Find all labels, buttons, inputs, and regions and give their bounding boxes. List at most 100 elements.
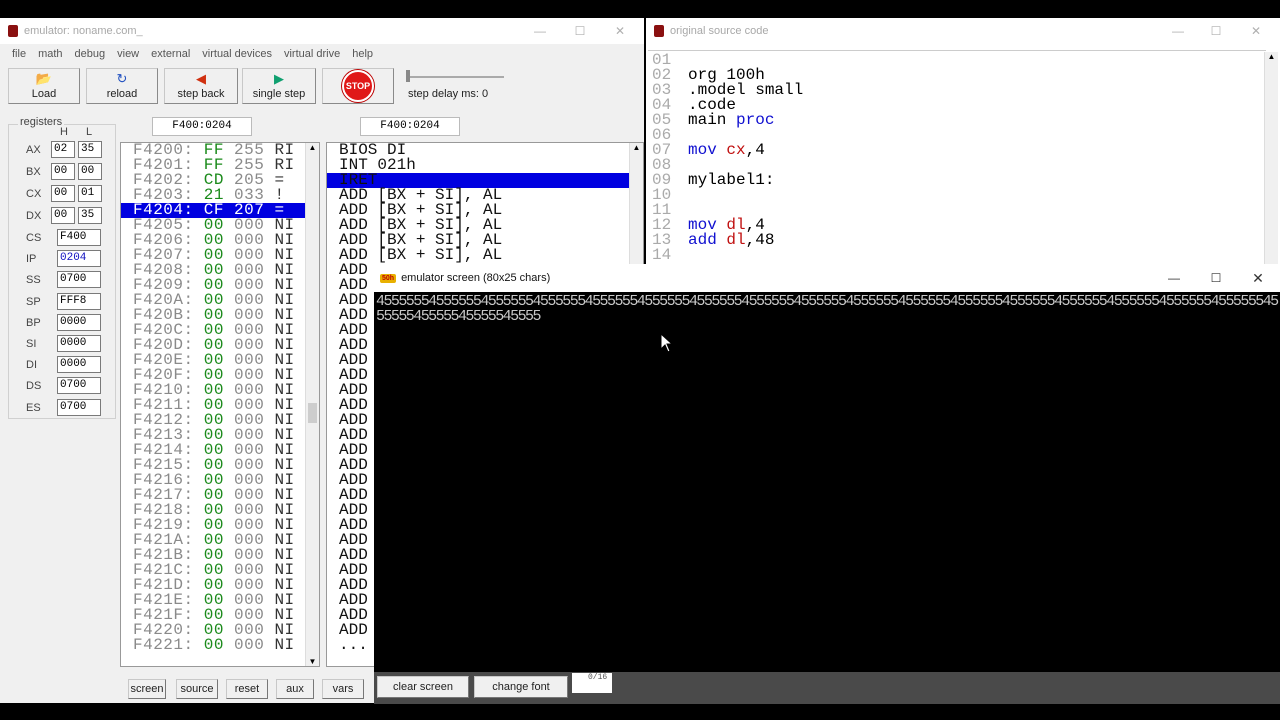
screen-title: emulator screen (80x25 chars) (401, 272, 551, 284)
step-forward-icon: ▶ (274, 71, 284, 86)
code-token: ,4 (745, 141, 765, 159)
change-font-button[interactable]: change font (474, 676, 568, 698)
register-cx-low[interactable]: 01 (78, 185, 102, 202)
load-label: Load (31, 88, 57, 100)
close-icon[interactable]: ✕ (602, 18, 638, 44)
registers-h-header: H (60, 126, 68, 138)
screen-output[interactable]: 4555555455555545555554555555455555545555… (376, 294, 1280, 672)
minimize-icon[interactable]: — (1156, 264, 1192, 292)
code-token: mylabel1: (688, 171, 775, 189)
maximize-icon[interactable]: ☐ (1198, 264, 1234, 292)
source-editor[interactable]: 01 02 org 100h 03 .model small 04 .code 05 main … (648, 50, 1266, 268)
register-label-es: ES (26, 401, 41, 414)
register-label-bx: BX (26, 166, 41, 178)
source-line[interactable]: 13 add dl,48 (648, 231, 803, 249)
vars-button[interactable]: vars (322, 679, 364, 699)
register-ax-low[interactable]: 35 (78, 141, 102, 158)
menu-item-file[interactable]: file (12, 48, 26, 60)
source-scrollbar[interactable]: ▲ (1264, 52, 1278, 268)
register-label-cx: CX (26, 188, 42, 200)
register-label-di: DI (26, 359, 37, 372)
register-di-value[interactable]: 0000 (57, 356, 101, 374)
menu-item-help[interactable]: help (352, 48, 373, 60)
output-line-1: 4555555455555545555554555555455555545555… (376, 294, 1279, 310)
register-ss-value[interactable]: 0700 (57, 271, 101, 289)
register-si-value[interactable]: 0000 (57, 335, 101, 352)
register-ax-high[interactable]: 02 (51, 141, 75, 158)
source-titlebar[interactable]: original source code — ☐ ✕ (646, 18, 1280, 44)
register-dx-high[interactable]: 00 (51, 207, 75, 224)
memory-address-field[interactable]: F400:0204 (152, 117, 252, 136)
step-back-button[interactable]: ◀ step back (164, 68, 238, 104)
code-token: add (688, 231, 727, 249)
register-ip-value[interactable]: 0204 (57, 250, 101, 268)
source-line[interactable]: 07 mov cx,4 (648, 141, 803, 159)
aux-button[interactable]: aux (276, 679, 314, 699)
source-line[interactable]: 05 main proc (648, 111, 803, 129)
single-step-button[interactable]: ▶ single step (242, 68, 316, 104)
emulator-titlebar[interactable]: emulator: noname.com_ — ☐ ✕ (0, 18, 644, 44)
registers-title: registers (18, 116, 65, 128)
maximize-icon[interactable]: ☐ (1198, 18, 1234, 44)
maximize-icon[interactable]: ☐ (562, 18, 598, 44)
menu-bar: file math debug view external virtual devices… (0, 44, 644, 64)
disasm-row[interactable]: ADD [BX + SI], AL (327, 247, 629, 263)
register-bx-high[interactable]: 00 (51, 163, 75, 180)
minimize-icon[interactable]: — (522, 18, 558, 44)
reset-button[interactable]: reset (226, 679, 268, 699)
register-bp-value[interactable]: 0000 (57, 313, 101, 331)
reload-button[interactable]: ↻ reload (86, 68, 158, 104)
reload-label: reload (106, 88, 138, 100)
source-window: original source code — ☐ ✕ 01 02 org 100h 0… (646, 18, 1280, 268)
source-code: mov cx,4 (688, 141, 765, 159)
menu-item-virtual-drive[interactable]: virtual drive (284, 48, 340, 60)
screen-titlebar[interactable]: 50h emulator screen (80x25 chars) — ☐ ✕ (374, 264, 1280, 292)
close-icon[interactable]: ✕ (1238, 18, 1274, 44)
source-code: main proc (688, 111, 774, 129)
register-dx-low[interactable]: 35 (78, 207, 102, 224)
memory-hex: 00 (203, 636, 224, 653)
source-button[interactable]: source (176, 679, 218, 699)
disasm-address-field[interactable]: F400:0204 (360, 117, 460, 136)
close-icon[interactable]: ✕ (1240, 264, 1276, 292)
screen-button[interactable]: screen (128, 679, 166, 699)
register-label-cs: CS (26, 232, 42, 244)
menu-item-virtual-devices[interactable]: virtual devices (202, 48, 272, 60)
menu-item-external[interactable]: external (151, 48, 190, 60)
step-back-icon: ◀ (196, 71, 206, 86)
source-line[interactable]: 14 (648, 247, 803, 263)
menu-item-view[interactable]: view (117, 48, 139, 60)
scroll-up-icon[interactable]: ▲ (306, 143, 319, 152)
emulator-screen-window: 50h emulator screen (80x25 chars) — ☐ ✕ … (374, 264, 1280, 704)
minimize-icon[interactable]: — (1160, 18, 1196, 44)
menu-item-debug[interactable]: debug (75, 48, 106, 60)
register-label-dx: DX (26, 210, 42, 222)
register-sp-value[interactable]: FFF8 (57, 292, 101, 310)
step-delay-label: step delay ms: 0 (408, 88, 489, 100)
load-button[interactable]: 📂 Load (8, 68, 80, 104)
slider-thumb[interactable] (406, 70, 410, 82)
scroll-down-icon[interactable]: ▼ (306, 657, 319, 666)
register-bx-low[interactable]: 00 (78, 163, 102, 180)
clear-screen-button[interactable]: clear screen (377, 676, 469, 698)
source-line[interactable]: 10 (648, 187, 803, 203)
register-ds-value[interactable]: 0700 (57, 377, 101, 395)
register-cs-value[interactable]: F400 (57, 229, 101, 246)
source-line[interactable]: 09 mylabel1: (648, 171, 803, 189)
scroll-up-icon[interactable]: ▲ (630, 143, 643, 152)
menu-item-math[interactable]: math (38, 48, 62, 60)
memory-row[interactable]: F4221: 00 000 NI (121, 636, 305, 653)
stop-button[interactable]: STOP (322, 68, 394, 104)
scroll-up-icon[interactable]: ▲ (1265, 52, 1278, 61)
source-title: original source code (670, 25, 769, 37)
memory-list[interactable]: F4200: FF 255 RI F4201: FF 255 RI F4202: C… (120, 142, 320, 667)
register-label-bp: BP (26, 316, 41, 329)
register-es-value[interactable]: 0700 (57, 398, 101, 416)
step-delay-slider[interactable] (406, 70, 504, 82)
register-cx-high[interactable]: 00 (51, 185, 75, 202)
scroll-thumb[interactable] (308, 403, 317, 423)
step-back-label: step back (177, 88, 225, 100)
memory-scrollbar[interactable]: ▲ ▼ (305, 143, 319, 666)
memory-address: F4221: (133, 636, 194, 653)
register-label-sp: SP (26, 295, 41, 308)
